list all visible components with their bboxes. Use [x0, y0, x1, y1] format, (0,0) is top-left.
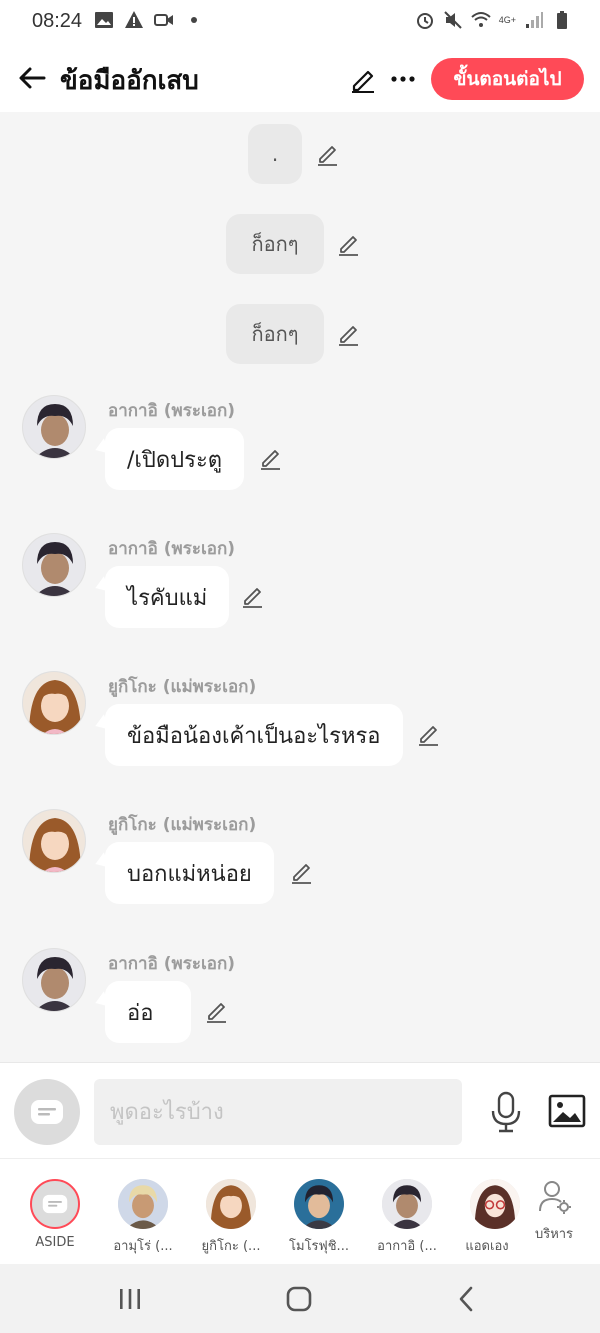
page-title: ข้อมืออักเสบ [60, 66, 199, 96]
microphone-icon[interactable] [488, 1091, 524, 1133]
character-label: แอดเอง [465, 1239, 509, 1254]
edit-message-pencil-icon[interactable] [258, 445, 284, 471]
sender-name: ยูกิโกะ (แม่พระเอก) [108, 677, 257, 697]
aside-avatar [30, 1179, 80, 1229]
recent-apps-icon[interactable] [115, 1284, 145, 1314]
akai-avatar-image [23, 396, 85, 458]
sender-name: อากาอิ (พระเอก) [108, 954, 236, 974]
narration-bubble[interactable]: ก็อกๆ [226, 214, 324, 274]
character-label: โมโรฟุชิ... [289, 1239, 349, 1254]
top-app-bar: ข้อมืออักเสบ ขั้นตอนต่อไป [0, 46, 600, 112]
yukiko-avatar-image [23, 672, 85, 734]
wifi-icon [471, 12, 491, 27]
dot-icon [191, 17, 197, 23]
character-aside[interactable]: ASIDE [11, 1177, 99, 1257]
chat-bubble[interactable]: /เปิดประตู [105, 428, 245, 490]
character-admin[interactable]: แอดเอง [451, 1177, 523, 1257]
morofushi-avatar-image [294, 1179, 344, 1229]
mute-icon [444, 11, 462, 29]
edit-message-pencil-icon[interactable] [315, 141, 341, 167]
akai-avatar-image [23, 534, 85, 596]
manage-characters-button[interactable]: บริหาร [516, 1177, 592, 1257]
edit-message-pencil-icon[interactable] [204, 998, 230, 1024]
yukiko-avatar [206, 1179, 256, 1229]
akai-avatar-image [23, 949, 85, 1011]
chat-bubble[interactable]: ข้อมือน้องเค้าเป็นอะไรหรอ [105, 704, 403, 766]
back-nav-icon[interactable] [452, 1284, 482, 1314]
character-morofushi[interactable]: โมโรฟุชิ... [275, 1177, 363, 1257]
video-icon [154, 14, 173, 26]
aside-chat-icon [42, 1194, 68, 1214]
chat-area[interactable]: . ก็อกๆ ก็อกๆ อากาอิ (พระเอก) /เปิดประตู… [0, 112, 600, 1062]
edit-message-pencil-icon[interactable] [336, 321, 362, 347]
message-input[interactable] [94, 1079, 462, 1145]
edit-message-pencil-icon[interactable] [289, 859, 315, 885]
home-icon[interactable] [284, 1284, 314, 1314]
signal-icon [526, 12, 543, 28]
character-label: อามุโร่ (... [113, 1239, 173, 1254]
akai-avatar-image [382, 1179, 432, 1229]
edit-message-pencil-icon[interactable] [240, 583, 266, 609]
sender-name: อากาอิ (พระเอก) [108, 539, 236, 559]
alarm-icon [416, 13, 433, 29]
system-navigation-bar [0, 1264, 600, 1333]
yukiko-avatar-image [206, 1179, 256, 1229]
character-selector: ASIDE อามุโร่ (... ยูกิโกะ (... โมโรฟุชิ… [0, 1158, 600, 1264]
avatar-akai[interactable] [22, 395, 86, 459]
character-label: ยูกิโกะ (... [201, 1239, 261, 1254]
sender-name: ยูกิโกะ (แม่พระเอก) [108, 815, 257, 835]
manage-label: บริหาร [534, 1227, 574, 1242]
aside-chat-icon [31, 1100, 63, 1124]
narration-bubble[interactable]: ก็อกๆ [226, 304, 324, 364]
morofushi-avatar [294, 1179, 344, 1229]
amuro-avatar [118, 1179, 168, 1229]
chat-bubble[interactable]: ไรคับแม่ [105, 566, 230, 628]
avatar-yukiko[interactable] [22, 809, 86, 873]
yukiko-avatar-image [23, 810, 85, 872]
status-time: 08:24 [32, 10, 83, 32]
amuro-avatar-image [118, 1179, 168, 1229]
edit-message-pencil-icon[interactable] [336, 231, 362, 257]
battery-icon [557, 11, 567, 29]
manage-characters-icon [539, 1181, 571, 1214]
avatar-akai[interactable] [22, 533, 86, 597]
edit-message-pencil-icon[interactable] [416, 721, 442, 747]
message-input-bar [0, 1062, 600, 1158]
chat-bubble[interactable]: บอกแม่หน่อย [105, 842, 274, 904]
status-bar: 08:24 4G+ [0, 0, 600, 46]
edit-title-pencil-icon[interactable] [348, 64, 378, 94]
status-system: 4G+ [415, 10, 572, 30]
character-amuro[interactable]: อามุโร่ (... [99, 1177, 187, 1257]
status-notifications [94, 10, 204, 30]
character-akai[interactable]: อากาอิ (... [363, 1177, 451, 1257]
character-label: อากาอิ (... [377, 1239, 437, 1254]
warning-icon [125, 11, 143, 28]
gallery-icon [95, 12, 113, 28]
narration-bubble[interactable]: . [248, 124, 302, 184]
akai-avatar [382, 1179, 432, 1229]
more-options-icon[interactable] [388, 64, 418, 94]
avatar-akai[interactable] [22, 948, 86, 1012]
back-arrow-icon[interactable] [16, 62, 48, 94]
character-yukiko[interactable]: ยูกิโกะ (... [187, 1177, 275, 1257]
sender-name: อากาอิ (พระเอก) [108, 401, 236, 421]
next-step-button[interactable]: ขั้นตอนต่อไป [431, 58, 584, 100]
image-upload-icon[interactable] [548, 1093, 586, 1129]
admin-avatar [470, 1179, 520, 1229]
admin-avatar-image [470, 1179, 520, 1229]
network-type-label: 4G+ [498, 15, 516, 25]
character-label: ASIDE [35, 1235, 75, 1250]
avatar-yukiko[interactable] [22, 671, 86, 735]
aside-toggle-button[interactable] [14, 1079, 80, 1145]
chat-bubble[interactable]: อ่อ [105, 981, 191, 1043]
